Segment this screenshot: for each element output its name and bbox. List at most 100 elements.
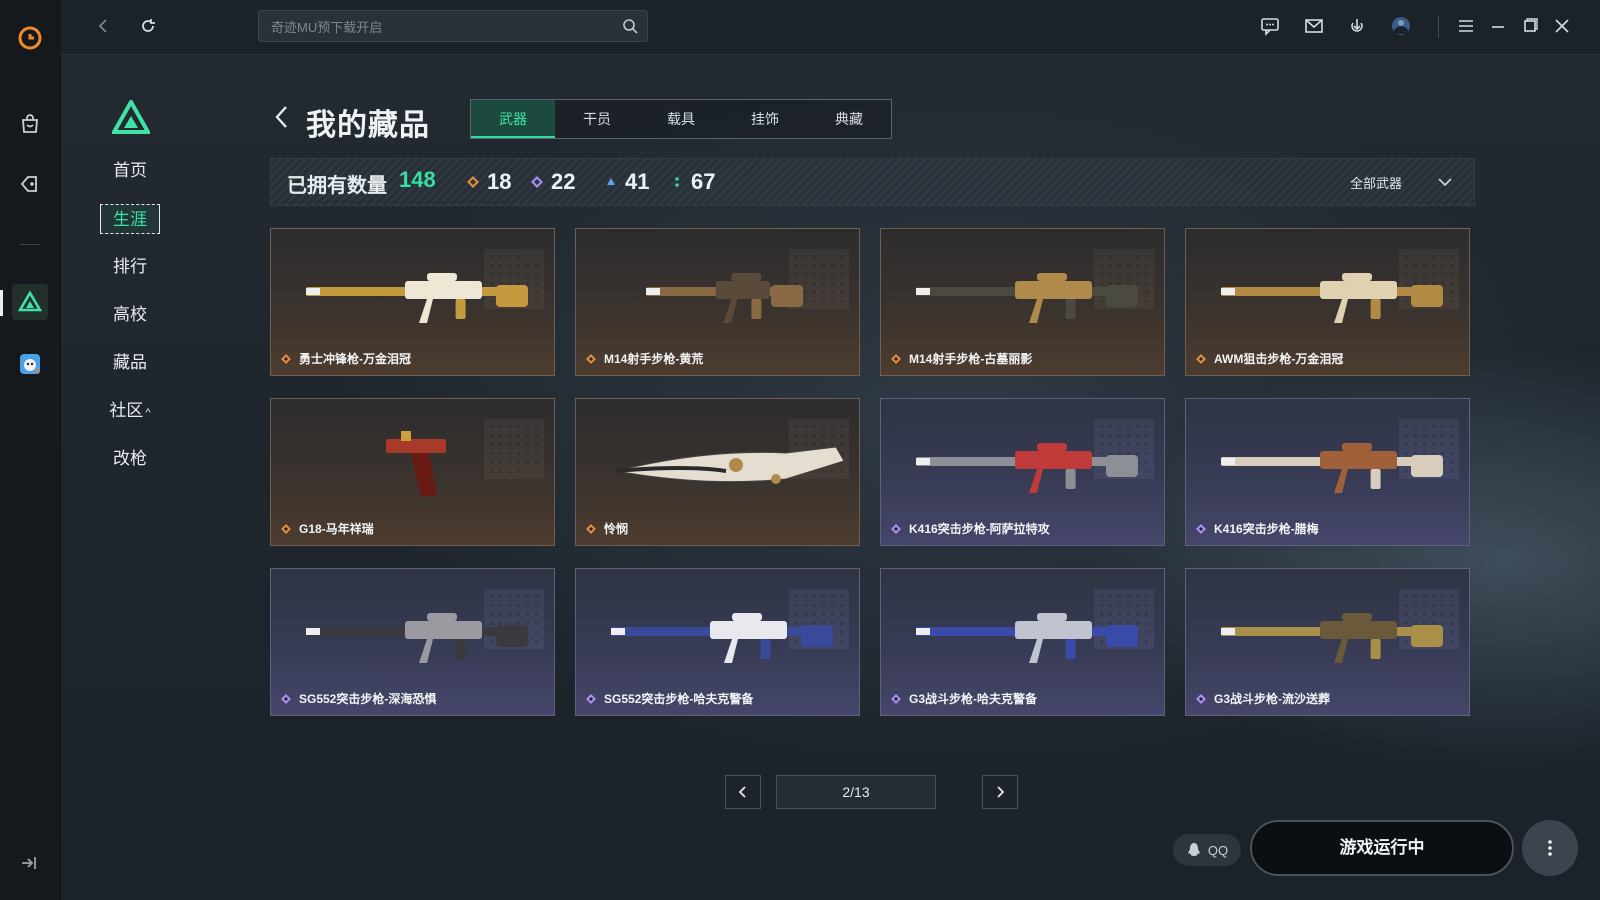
qq-button[interactable]: QQ (1173, 834, 1241, 866)
weapon-skin-image (611, 613, 833, 663)
card-label: M14射手步枪-黄荒 (586, 350, 703, 367)
stats-bar: 已拥有数量 148 18 22 41 67 全部武器 (270, 158, 1475, 206)
tab-collection-archive[interactable]: 典藏 (807, 100, 891, 138)
rarity-count-value: 22 (551, 169, 576, 194)
card-name: AWM狙击步枪-万金泪冠 (1214, 352, 1344, 366)
menu-button[interactable] (1452, 12, 1480, 40)
search-box[interactable] (258, 10, 648, 43)
weapon-skin-image (1221, 443, 1443, 493)
download-button[interactable] (1343, 12, 1371, 40)
weapon-filter-dropdown[interactable]: 全部武器 (1350, 159, 1454, 205)
card-name: 怜悯 (604, 522, 629, 536)
card-label: AWM狙击步枪-万金泪冠 (1196, 350, 1343, 367)
maximize-button[interactable] (1516, 12, 1544, 40)
card-name: M14射手步枪-古墓丽影 (909, 352, 1033, 366)
page-title: 我的藏品 (306, 109, 430, 142)
maximize-icon (1524, 18, 1538, 32)
nav-item-community[interactable]: 社区 ^ (100, 396, 160, 426)
rarity-diamond-icon (586, 523, 596, 534)
owned-label: 已拥有数量 (287, 175, 387, 197)
tab-operators[interactable]: 干员 (555, 100, 639, 138)
active-indicator (0, 290, 3, 316)
top-bar (60, 0, 1600, 55)
collection-card[interactable]: G3战斗步枪-流沙送葬 (1185, 568, 1470, 716)
next-page-button[interactable] (982, 775, 1018, 809)
mail-button[interactable] (1300, 12, 1328, 40)
game-avatar-icon[interactable] (12, 346, 48, 382)
search-icon[interactable] (621, 17, 639, 35)
card-name: G3战斗步枪-流沙送葬 (1214, 692, 1331, 706)
nav-item-home[interactable]: 首页 (100, 156, 160, 186)
rarity-diamond-icon (281, 523, 291, 534)
rarity-diamond-icon (1196, 523, 1206, 534)
minimize-icon (1492, 26, 1504, 28)
expand-sidebar-icon[interactable] (18, 852, 40, 874)
hamburger-menu-icon (1459, 20, 1473, 32)
store-bag-icon[interactable] (12, 106, 48, 142)
delta-game-icon[interactable] (12, 284, 48, 320)
tab-weapons[interactable]: 武器 (471, 100, 555, 138)
chat-button[interactable] (1256, 12, 1284, 40)
game-running-button[interactable]: 游戏运行中 (1250, 820, 1514, 876)
weapon-skin-image (306, 613, 528, 663)
filter-label: 全部武器 (1349, 175, 1402, 191)
refresh-button[interactable] (134, 12, 162, 40)
collection-card[interactable]: 勇士冲锋枪-万金泪冠 (270, 228, 555, 376)
orange-diamond-icon (467, 176, 479, 188)
back-button[interactable] (270, 104, 296, 130)
tag-plus-icon[interactable] (12, 166, 48, 202)
rarity-diamond-icon (891, 353, 901, 364)
nav-item-gunsmith[interactable]: 改枪 (100, 444, 160, 474)
topbar-separator (1438, 16, 1439, 38)
owned-count: 148 (399, 167, 436, 192)
card-label: G18-马年祥瑞 (281, 520, 374, 537)
nav-item-career[interactable]: 生涯 (100, 204, 160, 234)
collection-card[interactable]: K416突击步枪-腊梅 (1185, 398, 1470, 546)
close-button[interactable] (1548, 12, 1576, 40)
tab-charms[interactable]: 挂饰 (723, 100, 807, 138)
collection-card[interactable]: G3战斗步枪-哈夫克警备 (880, 568, 1165, 716)
rarity-count-green: 67 (671, 169, 715, 195)
rarity-count-value: 41 (625, 169, 650, 194)
app-logo-icon[interactable] (12, 20, 48, 56)
collection-card[interactable]: AWM狙击步枪-万金泪冠 (1185, 228, 1470, 376)
collection-card[interactable]: SG552突击步枪-哈夫克警备 (575, 568, 860, 716)
collection-card[interactable]: M14射手步枪-古墓丽影 (880, 228, 1165, 376)
weapon-skin-image (916, 443, 1138, 493)
nav-item-college[interactable]: 高校 (100, 300, 160, 330)
card-label: 勇士冲锋枪-万金泪冠 (281, 350, 411, 367)
collection-card[interactable]: G18-马年祥瑞 (270, 398, 555, 546)
side-nav: 首页 生涯 排行 高校 藏品 社区 ^ 改枪 (100, 156, 160, 492)
user-avatar[interactable] (1387, 12, 1415, 40)
rarity-count-blue: 41 (605, 169, 649, 195)
card-name: SG552突击步枪-哈夫克警备 (604, 692, 754, 706)
card-label: 怜悯 (586, 520, 628, 537)
collection-card[interactable]: 怜悯 (575, 398, 860, 546)
card-label: G3战斗步枪-流沙送葬 (1196, 690, 1330, 707)
back-nav-button[interactable] (90, 12, 118, 40)
weapon-skin-image (386, 431, 446, 497)
purple-diamond-icon (531, 176, 543, 188)
card-name: M14射手步枪-黄荒 (604, 352, 704, 366)
tab-vehicles[interactable]: 载具 (639, 100, 723, 138)
weapon-skin-image (1221, 613, 1443, 663)
collection-card[interactable]: K416突击步枪-阿萨拉特攻 (880, 398, 1165, 546)
card-name: G3战斗步枪-哈夫克警备 (909, 692, 1038, 706)
minimize-button[interactable] (1484, 12, 1512, 40)
rail-divider (20, 244, 40, 245)
prev-page-button[interactable] (725, 775, 761, 809)
collection-card[interactable]: SG552突击步枪-深海恐惧 (270, 568, 555, 716)
nav-item-collection[interactable]: 藏品 (100, 348, 160, 378)
card-name: G18-马年祥瑞 (299, 522, 374, 536)
rarity-diamond-icon (281, 353, 291, 364)
weapon-skin-image (916, 613, 1138, 663)
weapon-skin-image (306, 273, 528, 323)
collection-card[interactable]: M14射手步枪-黄荒 (575, 228, 860, 376)
caret-up-icon: ^ (145, 407, 151, 419)
nav-item-ranking[interactable]: 排行 (100, 252, 160, 282)
search-input[interactable] (269, 11, 613, 43)
download-icon (1351, 19, 1363, 32)
card-label: K416突击步枪-腊梅 (1196, 520, 1319, 537)
mail-icon (1305, 19, 1323, 33)
more-options-button[interactable] (1522, 820, 1578, 876)
